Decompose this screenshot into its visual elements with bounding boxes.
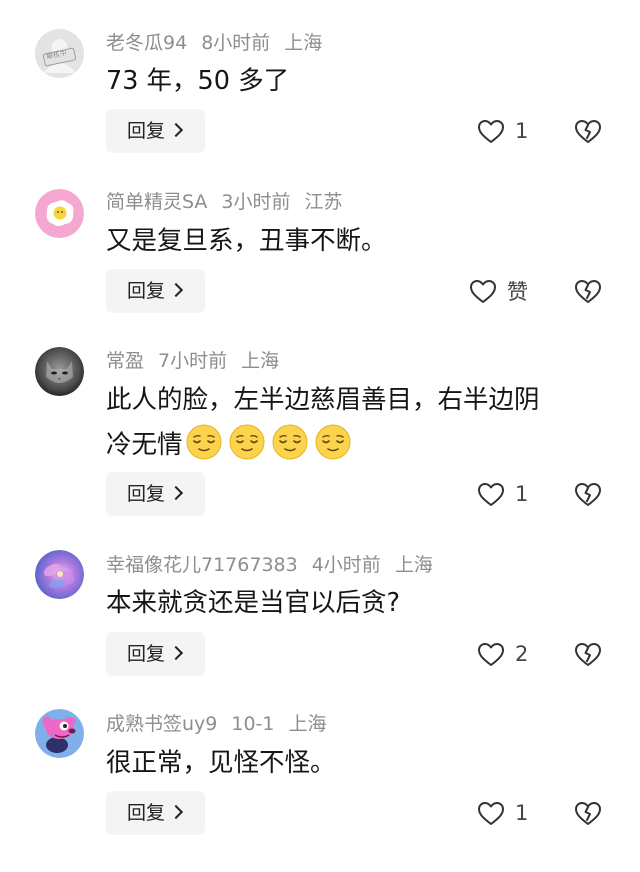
comment-text: 本来就贪还是当官以后贪? [106,588,401,618]
comment-meta: 老冬瓜94 8小时前 上海 [106,31,322,55]
avatar[interactable] [35,347,84,396]
reply-label: 回复 [127,120,166,142]
broken-heart-icon [575,642,601,666]
relieved-face-icon [314,423,352,461]
comment-text: 很正常，见怪不怪。 [106,748,336,778]
comment-text: 此人的脸，左半边慈眉善目，右半边阴 冷无情 [106,379,606,466]
avatar[interactable] [35,709,84,758]
comment-text: 73 年，50 多了 [106,66,290,96]
relieved-face-icon [185,423,223,461]
dislike-button[interactable] [574,632,602,676]
reply-button[interactable]: 回复 [106,791,205,835]
reply-label: 回复 [127,643,166,665]
heart-icon [478,119,504,143]
heart-icon [478,482,504,506]
reply-label: 回复 [127,483,166,505]
comment-location: 上海 [394,554,433,576]
comment-meta: 幸福像花儿71767383 4小时前 上海 [106,553,433,577]
comment-location: 上海 [241,350,280,372]
comment-meta: 成熟书签uy9 10-1 上海 [106,712,327,736]
dislike-button[interactable] [574,269,602,313]
flower-avatar-icon [35,550,84,599]
like-count: 1 [515,482,529,506]
chevron-right-icon [168,485,184,501]
reply-button[interactable]: 回复 [106,109,205,153]
username[interactable]: 常盈 [106,350,144,372]
chevron-right-icon [168,122,184,138]
avatar[interactable] [35,550,84,599]
like-button[interactable]: 2 [477,632,528,676]
comment-time: 8小时前 [201,32,271,54]
like-count: 1 [515,119,529,143]
username[interactable]: 成熟书签uy9 [106,713,217,735]
comment-time: 4小时前 [311,554,381,576]
like-count: 1 [515,801,529,825]
broken-heart-icon [575,279,601,303]
reply-button[interactable]: 回复 [106,632,205,676]
like-button[interactable]: 1 [477,791,528,835]
avatar[interactable]: 审核中 [35,29,84,78]
heart-icon [470,279,496,303]
comment-time: 10-1 [231,713,275,735]
broken-heart-icon [575,801,601,825]
relieved-face-icon [228,423,266,461]
comment-meta: 常盈 7小时前 上海 [106,349,279,373]
comment-text-line: 冷无情 [106,423,606,466]
broken-heart-icon [575,119,601,143]
avatar[interactable] [35,189,84,238]
like-count: 2 [515,642,529,666]
dislike-button[interactable] [574,791,602,835]
reply-label: 回复 [127,802,166,824]
broken-heart-icon [575,482,601,506]
fried-egg-avatar-icon [35,189,84,238]
like-count: 赞 [507,280,528,304]
like-button[interactable]: 赞 [469,269,528,313]
username[interactable]: 简单精灵SA [106,191,207,213]
comment-location: 上海 [288,713,327,735]
like-button[interactable]: 1 [477,109,528,153]
relieved-face-icon [271,423,309,461]
chevron-right-icon [168,282,184,298]
comment-text-line-content: 冷无情 [106,430,183,460]
comment-meta: 简单精灵SA 3小时前 江苏 [106,190,343,214]
comment-location: 上海 [284,32,323,54]
chevron-right-icon [168,645,184,661]
username[interactable]: 幸福像花儿71767383 [106,554,298,576]
comment-location: 江苏 [304,191,343,213]
dislike-button[interactable] [574,109,602,153]
heart-icon [478,642,504,666]
reply-button[interactable]: 回复 [106,269,205,313]
reply-label: 回复 [127,280,166,302]
cartoon-dog-avatar-icon [35,709,84,758]
chevron-right-icon [168,804,184,820]
comment-text-line: 此人的脸，左半边慈眉善目，右半边阴 [106,385,540,415]
reply-button[interactable]: 回复 [106,472,205,516]
dislike-button[interactable] [574,472,602,516]
comment-text: 又是复旦系，丑事不断。 [106,226,387,256]
comment-time: 7小时前 [158,350,228,372]
cat-avatar-icon [35,347,84,396]
username[interactable]: 老冬瓜94 [106,32,187,54]
like-button[interactable]: 1 [477,472,528,516]
comment-time: 3小时前 [221,191,291,213]
heart-icon [478,801,504,825]
